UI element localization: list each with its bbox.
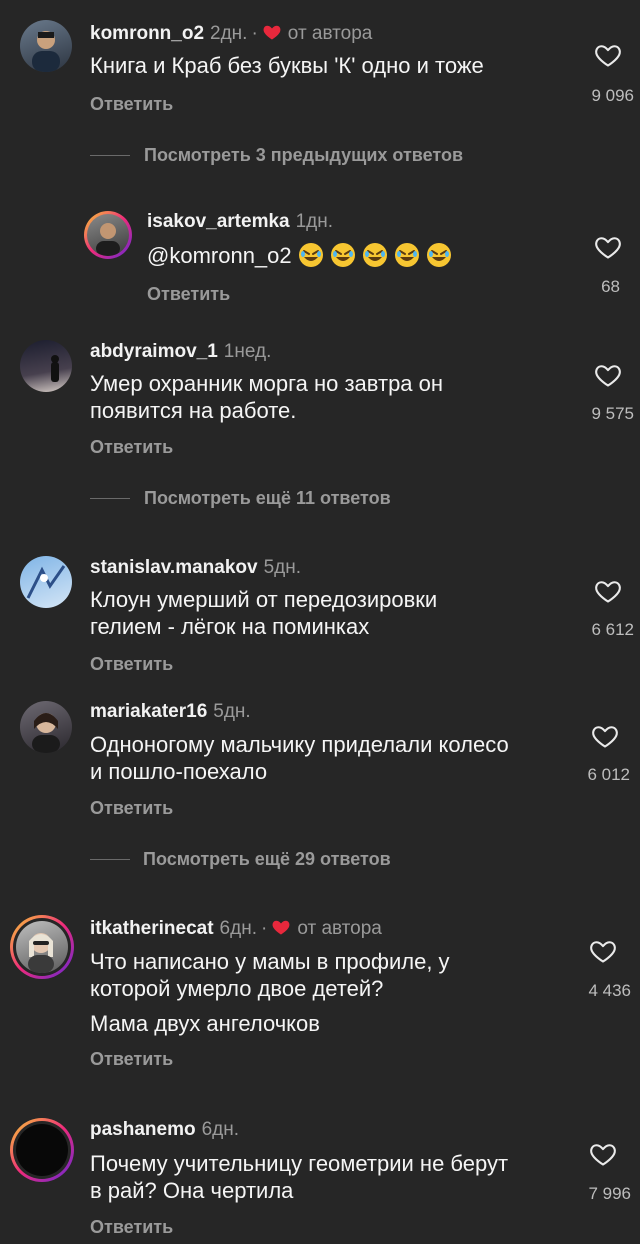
view-replies-button[interactable]: Посмотреть 3 предыдущих ответов xyxy=(144,145,463,166)
like-heart-icon[interactable] xyxy=(588,937,618,965)
comment-text: Одноногому мальчику приделали колесо и п… xyxy=(90,731,509,785)
avatar[interactable] xyxy=(10,915,74,979)
like-heart-icon[interactable] xyxy=(593,361,623,389)
timestamp: 5дн. xyxy=(263,557,302,578)
rofl-emoji-icon xyxy=(298,242,324,268)
like-heart-icon[interactable] xyxy=(588,1140,618,1168)
comment-line: Почему учительницу геометрии не берут xyxy=(90,1151,509,1176)
comment-text: @komronn_o2 xyxy=(147,242,458,269)
view-replies-button[interactable]: Посмотреть ещё 29 ответов xyxy=(143,849,391,870)
username[interactable]: pashanemo 6дн. xyxy=(90,1119,239,1141)
like-count: 4 436 xyxy=(588,981,631,1000)
rofl-emoji-icon xyxy=(362,242,388,268)
rofl-emoji-icon xyxy=(394,242,420,268)
comment-line: Умер охранник морга но завтра он xyxy=(90,371,444,396)
like-heart-icon[interactable] xyxy=(593,233,623,261)
comment-line: Что написано у мамы в профиле, у xyxy=(90,949,450,974)
reply-button[interactable]: Ответить xyxy=(90,798,173,819)
divider-line xyxy=(90,859,130,860)
rofl-emoji-icon xyxy=(330,242,356,268)
avatar[interactable] xyxy=(20,20,72,72)
reply-button[interactable]: Ответить xyxy=(147,284,230,305)
reply-button[interactable]: Ответить xyxy=(90,654,173,675)
comment-line: гелием - лёгок на поминках xyxy=(90,614,370,639)
separator-dot: · xyxy=(260,918,268,939)
avatar[interactable] xyxy=(20,340,72,392)
like-count: 6 012 xyxy=(587,765,630,784)
rofl-emoji-icon xyxy=(426,242,452,268)
comment-text: Клоун умерший от передозировки гелием - … xyxy=(90,586,437,640)
like-heart-icon[interactable] xyxy=(590,722,620,750)
timestamp: 6дн. xyxy=(219,918,257,939)
timestamp: 6дн. xyxy=(201,1119,240,1140)
username[interactable]: itkatherinecat 6дн. · от автора xyxy=(90,917,382,940)
like-heart-icon[interactable] xyxy=(593,577,623,605)
timestamp: 1дн. xyxy=(295,211,334,232)
username-text[interactable]: abdyraimov_1 xyxy=(90,341,218,362)
avatar[interactable] xyxy=(20,701,72,753)
timestamp: 5дн. xyxy=(213,701,251,722)
reply-button[interactable]: Ответить xyxy=(90,1049,173,1070)
comment-text: Умер охранник морга но завтра он появитс… xyxy=(90,370,443,424)
author-heart-icon xyxy=(262,22,282,42)
comment-text: Почему учительницу геометрии не берут в … xyxy=(90,1150,508,1204)
author-heart-icon xyxy=(271,917,291,937)
username[interactable]: komronn_o2 2дн. · от автора xyxy=(90,22,372,45)
comment-line: Мама двух ангелочков xyxy=(90,1011,320,1036)
divider-line xyxy=(90,498,130,499)
comment-line: и пошло-поехало xyxy=(90,759,268,784)
comment-line: в рай? Она чертила xyxy=(90,1178,294,1203)
divider-line xyxy=(90,155,130,156)
like-count: 9 575 xyxy=(591,404,634,423)
view-replies-button[interactable]: Посмотреть ещё 11 ответов xyxy=(144,488,391,509)
separator-dot: · xyxy=(251,23,258,44)
username[interactable]: abdyraimov_1 1нед. xyxy=(90,341,271,363)
comment-line: которой умерло двое детей? xyxy=(90,976,384,1001)
avatar[interactable] xyxy=(10,1118,74,1182)
like-count: 7 996 xyxy=(588,1184,631,1203)
username-text[interactable]: isakov_artemka xyxy=(147,211,290,232)
avatar[interactable] xyxy=(84,211,132,259)
like-count: 9 096 xyxy=(591,86,634,105)
reply-button[interactable]: Ответить xyxy=(90,437,173,458)
username-text[interactable]: mariakater16 xyxy=(90,701,207,722)
timestamp: 1нед. xyxy=(223,341,272,362)
like-count: 6 612 xyxy=(591,620,634,639)
reply-button[interactable]: Ответить xyxy=(90,94,173,115)
username[interactable]: stanislav.manakov 5дн. xyxy=(90,557,301,579)
like-heart-icon[interactable] xyxy=(593,41,623,69)
comment-line: появится на работе. xyxy=(90,398,297,423)
author-note: от автора xyxy=(287,23,373,44)
reply-button[interactable]: Ответить xyxy=(90,1217,173,1238)
username-text[interactable]: komronn_o2 xyxy=(90,23,204,44)
comment-line: Одноногому мальчику приделали колесо xyxy=(90,732,509,757)
username[interactable]: mariakater16 5дн. xyxy=(90,701,251,723)
comment-text: Книга и Краб без буквы 'К' одно и тоже xyxy=(90,53,484,78)
username-text[interactable]: stanislav.manakov xyxy=(90,557,258,578)
comment-line: Клоун умерший от передозировки xyxy=(90,587,438,612)
like-count: 68 xyxy=(601,277,620,296)
username-text[interactable]: itkatherinecat xyxy=(90,918,214,939)
avatar[interactable] xyxy=(20,556,72,608)
username-text[interactable]: pashanemo xyxy=(90,1119,196,1140)
username[interactable]: isakov_artemka 1дн. xyxy=(147,211,333,233)
comment-text: Что написано у мамы в профиле, у которой… xyxy=(90,948,450,1037)
timestamp: 2дн. xyxy=(210,23,248,44)
mention-link[interactable]: @komronn_o2 xyxy=(147,243,292,268)
author-note: от автора xyxy=(297,918,382,939)
